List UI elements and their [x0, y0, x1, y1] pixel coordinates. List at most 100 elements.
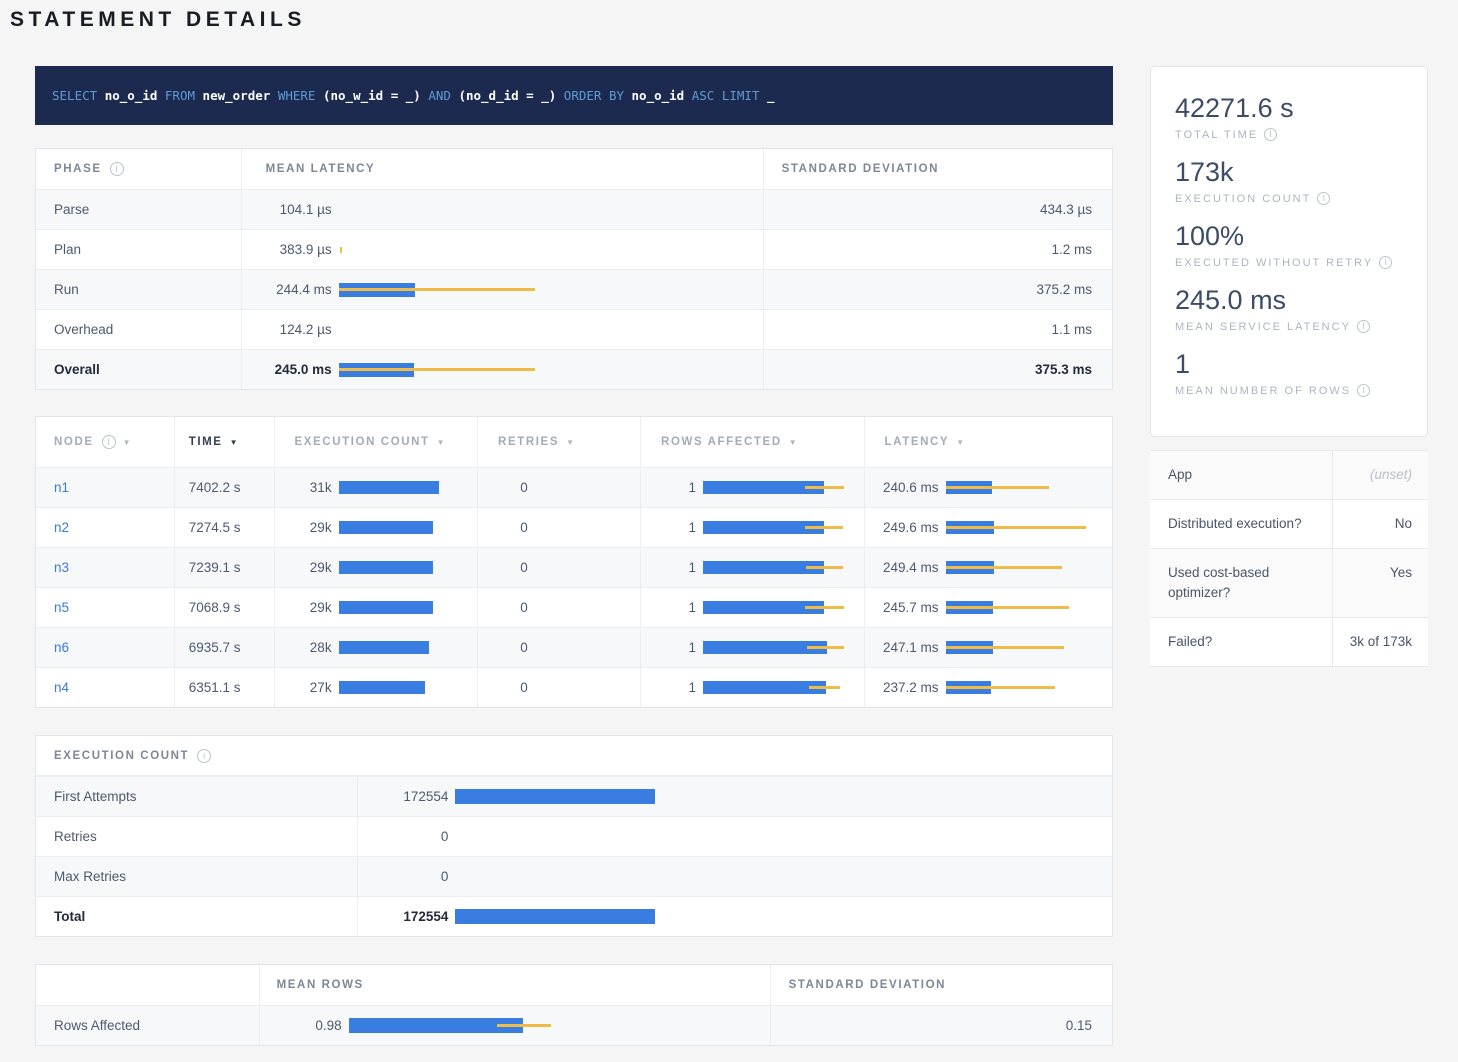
detail-row: App(unset): [1150, 450, 1428, 499]
sort-arrow-icon[interactable]: ▼: [956, 438, 966, 447]
latency-bar-chart: [946, 641, 1087, 654]
node-rows-affected-value: 1: [641, 680, 696, 695]
std-deviation-header-cell[interactable]: STANDARD DEVIATION: [763, 149, 1112, 189]
stddev-whisker: [946, 566, 1062, 569]
info-icon[interactable]: i: [110, 162, 124, 176]
detail-row: Distributed execution?No: [1150, 499, 1428, 548]
stat-label: MEAN NUMBER OF ROWSi: [1175, 384, 1403, 397]
node-rows-affected-cell: 1: [640, 668, 864, 707]
retries-header-label: RETRIES: [498, 436, 559, 448]
latency-bar-chart: [703, 561, 849, 574]
latency-bar-chart: [946, 601, 1087, 614]
phase-name: Overall: [36, 350, 241, 389]
latency-column-header[interactable]: LATENCY ▼: [864, 417, 1112, 467]
stat-label: TOTAL TIMEi: [1175, 128, 1403, 141]
phase-row: Overhead124.2 µs1.1 ms: [36, 309, 1112, 349]
node-link[interactable]: n1: [54, 480, 69, 495]
sort-arrow-icon[interactable]: ▼: [123, 438, 133, 447]
info-icon[interactable]: i: [1379, 256, 1392, 269]
stat-value: 245.0 ms: [1175, 283, 1403, 317]
node-link[interactable]: n5: [54, 600, 69, 615]
node-retries-value: 0: [477, 508, 640, 547]
latency-bar-chart: [339, 243, 543, 257]
detail-row: Used cost-based optimizer?Yes: [1150, 548, 1428, 617]
phase-name: Overhead: [36, 310, 241, 349]
node-header-label: NODE: [54, 436, 94, 448]
info-icon[interactable]: i: [1357, 320, 1370, 333]
detail-label: Distributed execution?: [1150, 500, 1332, 548]
retries-column-header[interactable]: RETRIES ▼: [477, 417, 640, 467]
execution-count-header-label: EXECUTION COUNT: [295, 436, 430, 448]
stddev-whisker: [946, 486, 1049, 489]
execution-count-column-header[interactable]: EXECUTION COUNT ▼: [274, 417, 478, 467]
info-icon[interactable]: i: [102, 435, 116, 449]
latency-bar-chart: [946, 481, 1087, 494]
sql-keyword: ASC LIMIT: [692, 88, 767, 103]
detail-value: Yes: [1332, 549, 1428, 617]
stddev-tick: [340, 247, 342, 253]
latency-bar-chart: [339, 561, 448, 574]
phase-row: Parse104.1 µs434.3 µs: [36, 189, 1112, 229]
node-column-header[interactable]: NODE i ▼: [36, 417, 174, 467]
sql-keyword: FROM: [165, 88, 203, 103]
node-cell: n3: [36, 548, 174, 587]
mean-latency-header-cell[interactable]: MEAN LATENCY: [241, 149, 763, 189]
node-link[interactable]: n4: [54, 680, 69, 695]
node-latency-cell: 249.6 ms: [864, 508, 1112, 547]
sort-arrow-icon[interactable]: ▼: [789, 438, 799, 447]
node-time-value: 6935.7 s: [174, 628, 274, 667]
latency-bar-chart: [339, 521, 448, 534]
latency-bar-chart: [455, 829, 712, 844]
node-exec-count-value: 29k: [275, 600, 332, 615]
node-exec-count-cell: 31k: [274, 468, 478, 507]
detail-label: Used cost-based optimizer?: [1150, 549, 1332, 617]
execution-count-value-cell: 172554: [357, 777, 1112, 816]
info-icon[interactable]: i: [1317, 192, 1330, 205]
execution-count-row-label: Retries: [36, 817, 357, 856]
mean-bar: [339, 641, 429, 654]
mean-bar: [455, 909, 655, 924]
info-icon[interactable]: i: [197, 749, 211, 763]
node-link[interactable]: n2: [54, 520, 69, 535]
node-exec-count-cell: 29k: [274, 548, 478, 587]
phase-header-cell[interactable]: PHASE i: [36, 149, 241, 189]
node-link[interactable]: n3: [54, 560, 69, 575]
latency-bar-chart: [339, 641, 448, 654]
time-column-header[interactable]: TIME ▼: [174, 417, 274, 467]
info-icon[interactable]: i: [1357, 384, 1370, 397]
mean-bar: [339, 481, 439, 494]
mean-latency-cell: 124.2 µs: [241, 310, 763, 349]
execution-count-table: EXECUTION COUNT i First Attempts172554Re…: [35, 735, 1113, 937]
stddev-whisker: [805, 606, 844, 609]
latency-bar-chart: [703, 481, 849, 494]
phase-latency-table: PHASE i MEAN LATENCY STANDARD DEVIATION …: [35, 148, 1113, 390]
mean-latency-cell: 104.1 µs: [241, 190, 763, 229]
sql-identifier: (no_d_id = _): [458, 88, 563, 103]
info-icon[interactable]: i: [1264, 128, 1277, 141]
std-deviation-value: 1.2 ms: [763, 230, 1112, 269]
mean-bar: [339, 561, 433, 574]
summary-stat: 1MEAN NUMBER OF ROWSi: [1175, 347, 1403, 397]
latency-bar-chart: [455, 789, 712, 804]
latency-bar-chart: [339, 601, 448, 614]
node-link[interactable]: n6: [54, 640, 69, 655]
sort-arrow-icon[interactable]: ▼: [437, 438, 447, 447]
mean-bar: [339, 601, 433, 614]
phase-name: Parse: [36, 190, 241, 229]
latency-bar-chart: [339, 203, 543, 217]
latency-bar-chart: [946, 521, 1087, 534]
latency-bar-chart: [339, 283, 543, 297]
sort-arrow-icon[interactable]: ▼: [566, 438, 576, 447]
mean-latency-value: 245.0 ms: [242, 362, 332, 377]
execution-count-value: 172554: [358, 789, 448, 804]
sql-keyword: ORDER BY: [564, 88, 632, 103]
execution-count-row-label: Max Retries: [36, 857, 357, 896]
latency-bar-chart: [455, 909, 712, 924]
sort-arrow-icon[interactable]: ▼: [230, 438, 240, 447]
statement-details-panel: App(unset)Distributed execution?NoUsed c…: [1150, 450, 1428, 667]
mean-latency-value: 244.4 ms: [242, 282, 332, 297]
sql-identifier: new_order: [203, 88, 278, 103]
stat-label: EXECUTED WITHOUT RETRYi: [1175, 256, 1403, 269]
latency-bar-chart: [339, 681, 448, 694]
rows-affected-column-header[interactable]: ROWS AFFECTED ▼: [640, 417, 864, 467]
